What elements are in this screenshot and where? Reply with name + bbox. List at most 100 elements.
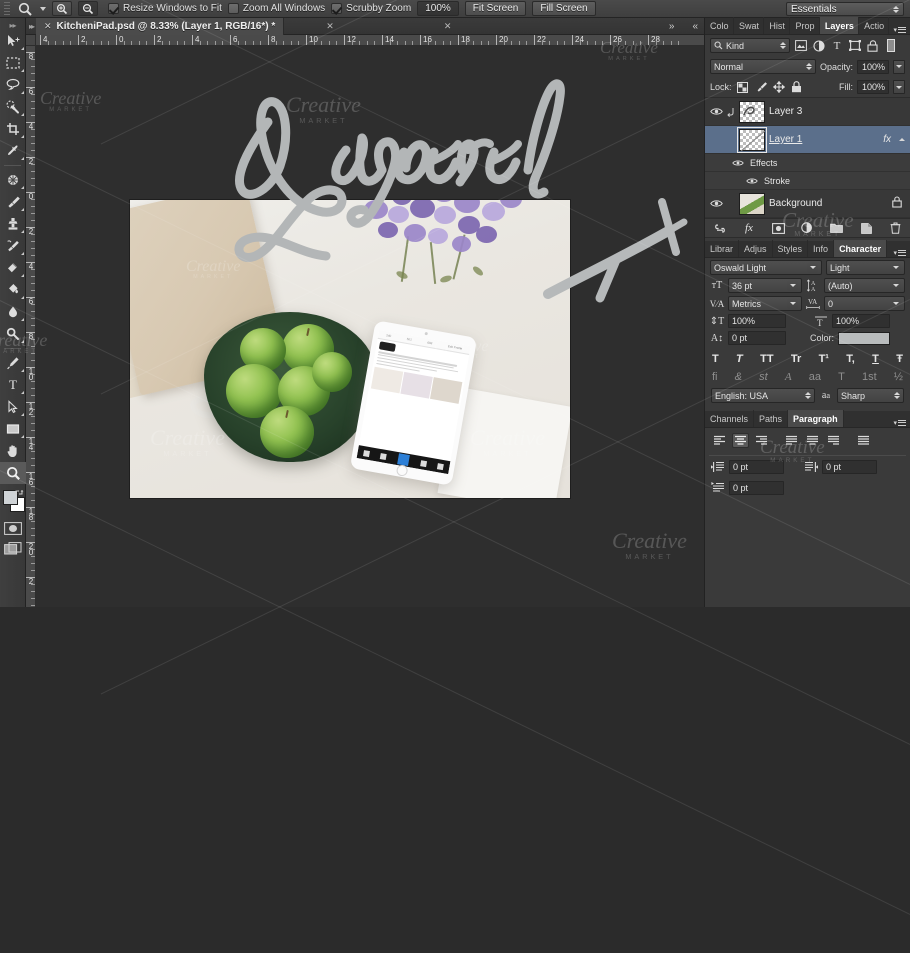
- align-center-icon[interactable]: [732, 433, 749, 448]
- tab-history[interactable]: Hist: [764, 17, 790, 34]
- eraser-tool[interactable]: [0, 257, 26, 279]
- indent-right-field[interactable]: 0 pt: [822, 460, 877, 474]
- tracking-chevron-icon[interactable]: [890, 298, 901, 309]
- effects-visibility-eye-icon[interactable]: [731, 156, 745, 170]
- tab-paragraph[interactable]: Paragraph: [788, 410, 844, 427]
- vertical-ruler[interactable]: 8642024681012141618202: [26, 46, 36, 607]
- eyedropper-tool[interactable]: [0, 140, 26, 162]
- oldstyle-button[interactable]: aa: [809, 371, 821, 383]
- standard-ligatures-button[interactable]: fi: [712, 371, 718, 383]
- clone-stamp-tool[interactable]: [0, 213, 26, 235]
- crop-tool[interactable]: [0, 118, 26, 140]
- faux-italic-button[interactable]: T: [736, 353, 743, 365]
- layer-name[interactable]: Layer 3: [769, 106, 802, 117]
- history-brush-tool[interactable]: [0, 235, 26, 257]
- lock-position-icon[interactable]: [772, 80, 786, 94]
- tab-overflow-icon[interactable]: »: [669, 21, 675, 32]
- rectangle-shape-tool[interactable]: [0, 418, 26, 440]
- add-layer-style-icon[interactable]: fx: [742, 221, 756, 235]
- indent-left-field[interactable]: 0 pt: [729, 460, 784, 474]
- lock-image-pixels-icon[interactable]: [754, 80, 768, 94]
- layer-row-layer-1[interactable]: Layer 1 fx: [705, 126, 910, 154]
- align-left-icon[interactable]: [711, 433, 728, 448]
- kerning-field[interactable]: Metrics: [728, 296, 802, 311]
- layer-fx-badge[interactable]: fx: [883, 134, 893, 145]
- opacity-stepper[interactable]: [893, 60, 905, 74]
- justify-last-left-icon[interactable]: [783, 433, 800, 448]
- kerning-chevron-icon[interactable]: [787, 298, 798, 309]
- dock-collapse-icon[interactable]: «: [692, 21, 698, 32]
- zoom-all-checkbox-box[interactable]: [228, 3, 239, 14]
- lock-transparent-pixels-icon[interactable]: [736, 80, 750, 94]
- quick-mask-button[interactable]: [0, 518, 26, 538]
- stroke-visibility-eye-icon[interactable]: [745, 174, 759, 188]
- workspace-selector[interactable]: Essentials: [786, 2, 904, 16]
- indent-first-line-field[interactable]: 0 pt: [729, 481, 784, 495]
- options-bar-grip[interactable]: [4, 2, 10, 16]
- font-style-chevron-icon[interactable]: [890, 262, 901, 273]
- shape-layer-filter-icon[interactable]: [848, 39, 862, 53]
- path-selection-tool[interactable]: [0, 396, 26, 418]
- artboard[interactable]: 240501683Edit Profile: [130, 200, 570, 498]
- layer-thumbnail[interactable]: [739, 129, 765, 151]
- tab-actions[interactable]: Actio: [859, 17, 889, 34]
- move-tool[interactable]: [0, 30, 26, 52]
- align-right-icon[interactable]: [753, 433, 770, 448]
- antialias-select[interactable]: Sharp: [837, 388, 904, 403]
- vertical-scale-field[interactable]: 100%: [728, 314, 786, 328]
- justify-last-right-icon[interactable]: [825, 433, 842, 448]
- tab-swatches[interactable]: Swat: [734, 17, 764, 34]
- dodge-tool[interactable]: [0, 323, 26, 345]
- layer-effects-row[interactable]: Effects: [705, 154, 910, 172]
- baseline-shift-field[interactable]: 0 pt: [728, 331, 786, 345]
- layer-visibility-eye-icon[interactable]: [709, 197, 723, 211]
- subscript-button[interactable]: T,: [846, 353, 855, 365]
- justify-last-center-icon[interactable]: [804, 433, 821, 448]
- fill-value-field[interactable]: 100%: [857, 80, 889, 94]
- tool-preset-chevron-icon[interactable]: [40, 7, 46, 11]
- all-caps-button[interactable]: TT: [760, 353, 773, 365]
- discretionary-ligatures-button[interactable]: st: [759, 371, 768, 383]
- adjustment-layer-filter-icon[interactable]: [812, 39, 826, 53]
- zoom-out-button[interactable]: [78, 1, 98, 16]
- paint-bucket-tool[interactable]: [0, 279, 26, 301]
- layer-row-background[interactable]: Background: [705, 190, 910, 218]
- superscript-button[interactable]: T¹: [819, 353, 829, 365]
- brush-tool[interactable]: [0, 191, 26, 213]
- spot-healing-brush-tool[interactable]: [0, 169, 26, 191]
- tab-paths[interactable]: Paths: [754, 410, 788, 427]
- delete-layer-icon[interactable]: [888, 221, 902, 235]
- filter-toggle-icon[interactable]: [884, 39, 898, 53]
- close-icon[interactable]: ✕: [44, 21, 52, 32]
- small-caps-button[interactable]: Tr: [791, 353, 801, 365]
- layers-panel-menu-icon[interactable]: ▾: [889, 25, 910, 34]
- layer-thumbnail[interactable]: [739, 101, 765, 123]
- resize-windows-to-fit-checkbox[interactable]: Resize Windows to Fit: [108, 3, 222, 14]
- font-family-select[interactable]: Oswald Light: [710, 260, 822, 275]
- pen-tool[interactable]: [0, 352, 26, 374]
- rectangular-marquee-tool[interactable]: [0, 52, 26, 74]
- new-layer-icon[interactable]: [859, 221, 873, 235]
- tab-color[interactable]: Colo: [705, 17, 734, 34]
- zoom-tool[interactable]: [0, 462, 26, 484]
- color-swatches[interactable]: [0, 488, 25, 518]
- pixel-layer-filter-icon[interactable]: [794, 39, 808, 53]
- scrubby-checkbox-box[interactable]: [331, 3, 342, 14]
- canvas-area[interactable]: 240501683Edit Profile: [36, 46, 704, 607]
- document-tab[interactable]: ✕ KitcheniPad.psd @ 8.33% (Layer 1, RGB/…: [36, 18, 284, 35]
- zoom-in-button[interactable]: [52, 1, 72, 16]
- new-group-icon[interactable]: [830, 221, 844, 235]
- tabbar-grip[interactable]: ▸▸: [26, 22, 36, 31]
- character-panel-menu-icon[interactable]: ▾: [889, 248, 910, 257]
- titling-alternates-button[interactable]: T: [838, 371, 845, 383]
- fill-screen-button[interactable]: Fill Screen: [532, 1, 595, 16]
- ruler-corner[interactable]: [26, 35, 36, 46]
- new-adjustment-layer-icon[interactable]: [800, 221, 814, 235]
- fractions-button[interactable]: ½: [894, 371, 903, 383]
- tab-info[interactable]: Info: [808, 240, 834, 257]
- blur-tool[interactable]: [0, 301, 26, 323]
- tracking-field[interactable]: 0: [824, 296, 905, 311]
- resize-windows-checkbox-box[interactable]: [108, 3, 119, 14]
- blend-mode-select[interactable]: Normal: [710, 59, 816, 74]
- tab-styles[interactable]: Styles: [773, 240, 809, 257]
